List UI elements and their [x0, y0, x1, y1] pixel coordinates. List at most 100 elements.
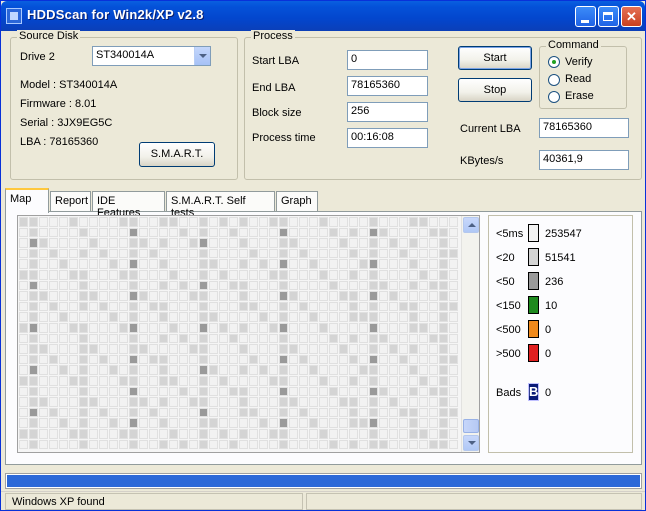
map-block: [169, 291, 178, 301]
map-block: [129, 333, 138, 344]
map-block: [59, 365, 68, 375]
map-block: [159, 407, 168, 418]
map-block: [69, 227, 78, 238]
verify-radio[interactable]: [548, 56, 560, 68]
close-button[interactable]: ✕: [621, 6, 642, 27]
tab-graph[interactable]: Graph: [276, 191, 318, 211]
map-block: [349, 217, 358, 227]
map-block: [69, 238, 78, 248]
erase-radio[interactable]: [548, 91, 560, 103]
map-block: [419, 312, 428, 322]
map-block: [449, 301, 458, 312]
map-block: [269, 291, 278, 301]
map-block: [239, 280, 248, 291]
map-block: [329, 429, 338, 439]
map-block: [339, 365, 348, 375]
title-bar[interactable]: HDDScan for Win2k/XP v2.8 ✕: [1, 1, 645, 31]
map-block: [349, 312, 358, 322]
scroll-down-icon[interactable]: [463, 435, 479, 451]
tab-map[interactable]: Map: [5, 188, 49, 213]
map-block: [329, 376, 338, 386]
map-block: [219, 280, 228, 291]
block-size-input[interactable]: 256: [347, 102, 428, 122]
map-block: [39, 238, 48, 248]
map-block: [309, 270, 318, 280]
map-block: [309, 354, 318, 365]
scroll-up-icon[interactable]: [463, 217, 479, 233]
map-block: [379, 429, 388, 439]
map-block: [149, 280, 158, 291]
tab-ide-features[interactable]: IDE Features: [92, 191, 165, 219]
map-block: [119, 354, 128, 365]
tab-smart-self-tests[interactable]: S.M.A.R.T. Self tests: [166, 191, 275, 219]
map-block: [289, 301, 298, 312]
start-lba-input[interactable]: 0: [347, 50, 428, 70]
map-block: [29, 429, 38, 439]
map-block: [209, 323, 218, 333]
map-block: [429, 333, 438, 344]
map-block: [179, 217, 188, 227]
maximize-button[interactable]: [598, 6, 619, 27]
scroll-thumb[interactable]: [463, 419, 479, 433]
map-block: [289, 312, 298, 322]
map-block: [429, 312, 438, 322]
map-block: [319, 227, 328, 238]
map-block: [59, 227, 68, 238]
tab-report[interactable]: Report: [50, 191, 91, 211]
map-block: [79, 280, 88, 291]
map-block: [79, 365, 88, 375]
map-block: [89, 312, 98, 322]
window-title: HDDScan for Win2k/XP v2.8: [27, 7, 204, 22]
map-block: [309, 439, 318, 450]
map-block: [389, 238, 398, 248]
map-block: [49, 344, 58, 354]
map-block: [429, 270, 438, 280]
map-block: [209, 217, 218, 227]
map-block: [419, 238, 428, 248]
map-block: [389, 354, 398, 365]
map-block: [389, 418, 398, 428]
map-block: [429, 323, 438, 333]
map-block: [439, 418, 448, 428]
map-block: [19, 323, 28, 333]
map-block: [269, 376, 278, 386]
drive-select[interactable]: ST340014A: [92, 46, 211, 66]
map-block: [249, 376, 258, 386]
map-block: [409, 344, 418, 354]
map-block: [49, 227, 58, 238]
map-block: [129, 270, 138, 280]
end-lba-input[interactable]: 78165360: [347, 76, 428, 96]
map-block: [19, 227, 28, 238]
start-button[interactable]: Start: [458, 46, 532, 70]
map-block: [189, 407, 198, 418]
map-block: [39, 344, 48, 354]
chevron-down-icon[interactable]: [194, 47, 210, 65]
map-block: [189, 439, 198, 450]
map-block: [69, 248, 78, 259]
map-block: [369, 429, 378, 439]
map-block: [129, 217, 138, 227]
map-block: [409, 238, 418, 248]
stop-button[interactable]: Stop: [458, 78, 532, 102]
map-block: [259, 270, 268, 280]
smart-button[interactable]: S.M.A.R.T.: [139, 142, 215, 167]
map-block: [189, 301, 198, 312]
map-block: [229, 270, 238, 280]
map-block: [399, 429, 408, 439]
map-block: [349, 354, 358, 365]
map-block: [139, 333, 148, 344]
minimize-button[interactable]: [575, 6, 596, 27]
map-block: [109, 301, 118, 312]
map-block: [169, 397, 178, 407]
map-block: [149, 407, 158, 418]
read-radio[interactable]: [548, 74, 560, 86]
erase-label: Erase: [565, 90, 594, 102]
map-block: [429, 354, 438, 365]
map-block: [449, 312, 458, 322]
map-block: [359, 333, 368, 344]
map-block: [109, 418, 118, 428]
map-scrollbar[interactable]: [461, 216, 479, 452]
map-block: [89, 376, 98, 386]
map-block: [259, 259, 268, 269]
map-block: [139, 397, 148, 407]
